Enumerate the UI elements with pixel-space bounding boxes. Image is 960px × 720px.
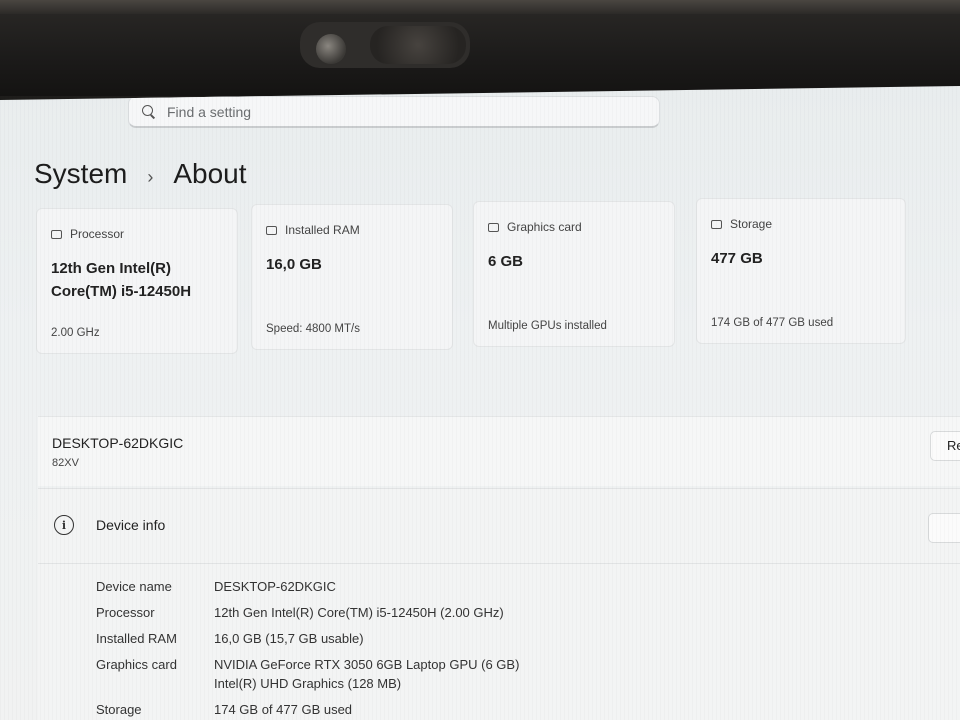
search-placeholder: Find a setting xyxy=(167,103,252,120)
spec-label: Graphics card xyxy=(507,220,582,234)
device-spec-list: Device name DESKTOP-62DKGIC Processor 12… xyxy=(96,577,519,720)
spec-value: DESKTOP-62DKGIC xyxy=(214,579,336,594)
bezel-edge xyxy=(0,0,960,14)
spec-label: Installed RAM xyxy=(285,223,360,237)
search-input[interactable]: Find a setting xyxy=(128,96,660,128)
info-icon: i xyxy=(54,515,74,535)
divider xyxy=(38,563,960,564)
spec-value: NVIDIA GeForce RTX 3050 6GB Laptop GPU (… xyxy=(214,657,520,672)
spec-sub: Speed: 4800 MT/s xyxy=(266,323,360,335)
spec-key: Processor xyxy=(96,605,155,620)
spec-value: 12th Gen Intel(R) Core(TM) i5-12450H (2.… xyxy=(214,605,504,620)
graphics-card-icon xyxy=(488,222,499,232)
spec-value: 477 GB xyxy=(711,250,763,267)
device-info-title: Device info xyxy=(96,517,166,533)
page-title: About xyxy=(173,158,247,189)
spec-key: Device name xyxy=(96,579,172,594)
device-info-header[interactable]: i Device info xyxy=(54,515,165,535)
device-name-strip: DESKTOP-62DKGIC 82XV Re xyxy=(38,416,960,486)
rename-pc-button[interactable]: Re xyxy=(930,431,960,461)
spec-value: 16,0 GB xyxy=(266,256,322,273)
spec-card-processor: Processor 12th Gen Intel(R) Core(TM) i5-… xyxy=(36,208,238,354)
spec-card-storage: Storage 477 GB 174 GB of 477 GB used xyxy=(696,198,906,344)
spec-key: Graphics card xyxy=(96,657,177,672)
breadcrumb-chevron-icon: › xyxy=(147,167,154,187)
spec-value: 12th Gen Intel(R) xyxy=(51,260,172,277)
spec-row-processor: Processor 12th Gen Intel(R) Core(TM) i5-… xyxy=(96,603,519,622)
spec-value: 6 GB xyxy=(488,253,524,270)
processor-icon xyxy=(51,229,62,239)
storage-icon xyxy=(711,219,722,229)
copy-button[interactable] xyxy=(928,513,960,543)
settings-window: Find a setting System › About Processor … xyxy=(0,86,960,720)
spec-card-ram: Installed RAM 16,0 GB Speed: 4800 MT/s xyxy=(251,204,453,350)
spec-sub: 174 GB of 477 GB used xyxy=(711,317,834,329)
device-info-panel: i Device info Device name DESKTOP-62DKGI… xyxy=(38,488,960,720)
search-icon xyxy=(141,104,157,120)
spec-row-graphics-card: Graphics card NVIDIA GeForce RTX 3050 6G… xyxy=(96,655,519,693)
device-name: DESKTOP-62DKGIC xyxy=(52,435,184,451)
spec-label: Processor xyxy=(70,227,125,241)
spec-row-installed-ram: Installed RAM 16,0 GB (15,7 GB usable) xyxy=(96,629,519,648)
spec-value-line2: Intel(R) UHD Graphics (128 MB) xyxy=(214,676,402,691)
spec-sub: 2.00 GHz xyxy=(51,327,100,339)
spec-sub: Multiple GPUs installed xyxy=(488,320,607,332)
spec-key: Installed RAM xyxy=(96,631,177,646)
laptop-bezel xyxy=(0,0,960,96)
webcam-lens xyxy=(316,34,346,64)
spec-value: 174 GB of 477 GB used xyxy=(214,702,353,717)
spec-value: 16,0 GB (15,7 GB usable) xyxy=(214,631,364,646)
webcam-shutter xyxy=(370,26,466,64)
ram-icon xyxy=(266,225,277,235)
breadcrumb-system[interactable]: System xyxy=(34,158,127,190)
spec-label: Storage xyxy=(730,217,773,231)
spec-key: Storage xyxy=(96,702,142,717)
spec-row-storage: Storage 174 GB of 477 GB used xyxy=(96,700,519,719)
spec-value-line2: Core(TM) i5-12450H xyxy=(51,283,192,300)
spec-card-graphics: Graphics card 6 GB Multiple GPUs install… xyxy=(473,201,675,347)
device-model: 82XV xyxy=(52,457,79,469)
spec-row-device-name: Device name DESKTOP-62DKGIC xyxy=(96,577,519,596)
breadcrumb: System › About xyxy=(34,158,247,190)
